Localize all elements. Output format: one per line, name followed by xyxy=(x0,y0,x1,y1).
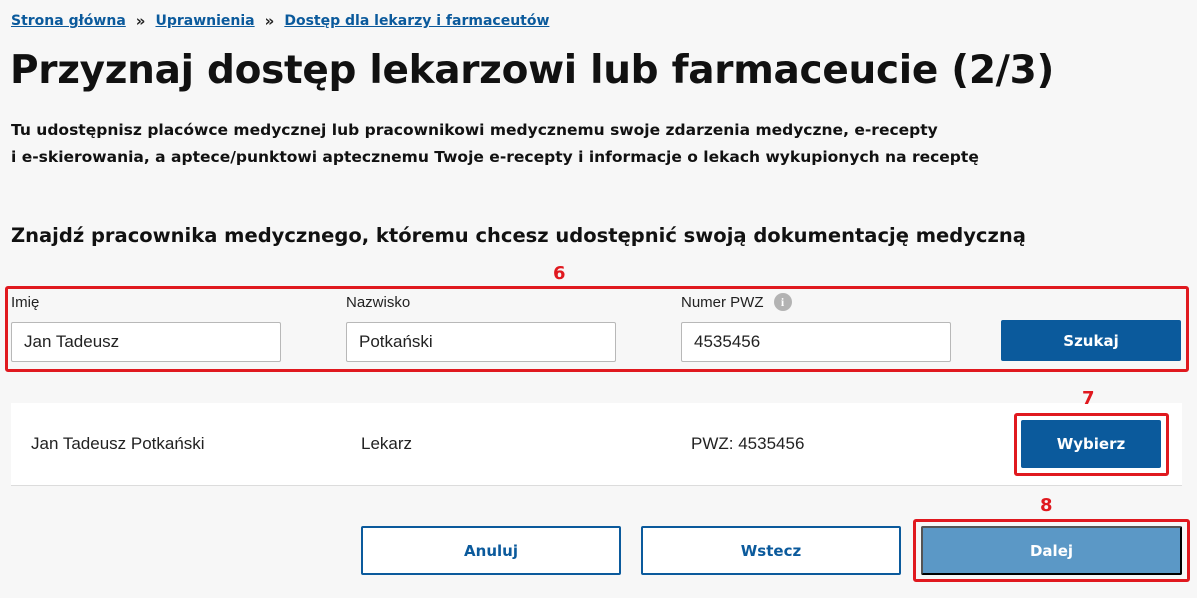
first-name-input[interactable] xyxy=(11,322,281,362)
pwz-label-wrap: Numer PWZ i xyxy=(681,293,792,311)
pwz-label: Numer PWZ xyxy=(681,293,764,311)
breadcrumb-separator: » xyxy=(135,12,146,30)
intro-line-2: i e-skierowania, a aptece/punktowi aptec… xyxy=(11,148,979,166)
select-button[interactable]: Wybierz xyxy=(1021,420,1161,468)
result-role: Lekarz xyxy=(361,434,413,453)
intro-text: Tu udostępnisz placówce medycznej lub pr… xyxy=(11,117,979,171)
result-row: Jan Tadeusz Potkański Lekarz PWZ: 453545… xyxy=(11,403,1182,486)
last-name-label: Nazwisko xyxy=(346,294,411,311)
breadcrumb-home-link[interactable]: Strona główna xyxy=(11,13,126,29)
annotation-8-label: 8 xyxy=(1040,495,1053,516)
search-button[interactable]: Szukaj xyxy=(1001,320,1181,361)
cancel-button[interactable]: Anuluj xyxy=(361,526,621,575)
breadcrumb-access-link[interactable]: Dostęp dla lekarzy i farmaceutów xyxy=(284,13,549,29)
intro-line-1: Tu udostępnisz placówce medycznej lub pr… xyxy=(11,121,938,139)
breadcrumb: Strona główna » Uprawnienia » Dostęp dla… xyxy=(11,12,549,30)
page-title: Przyznaj dostęp lekarzowi lub farmaceuci… xyxy=(10,48,1054,93)
result-pwz: PWZ: 4535456 xyxy=(691,434,805,453)
back-button[interactable]: Wstecz xyxy=(641,526,901,575)
pwz-input[interactable] xyxy=(681,322,951,362)
breadcrumb-separator: » xyxy=(264,12,275,30)
annotation-7-label: 7 xyxy=(1082,388,1095,409)
first-name-label: Imię xyxy=(11,294,40,311)
info-icon[interactable]: i xyxy=(773,293,792,311)
breadcrumb-permissions-link[interactable]: Uprawnienia xyxy=(155,13,254,29)
result-name: Jan Tadeusz Potkański xyxy=(31,434,205,453)
next-button[interactable]: Dalej xyxy=(921,526,1182,575)
annotation-6-label: 6 xyxy=(553,263,566,284)
last-name-input[interactable] xyxy=(346,322,616,362)
search-heading: Znajdź pracownika medycznego, któremu ch… xyxy=(11,224,1026,247)
